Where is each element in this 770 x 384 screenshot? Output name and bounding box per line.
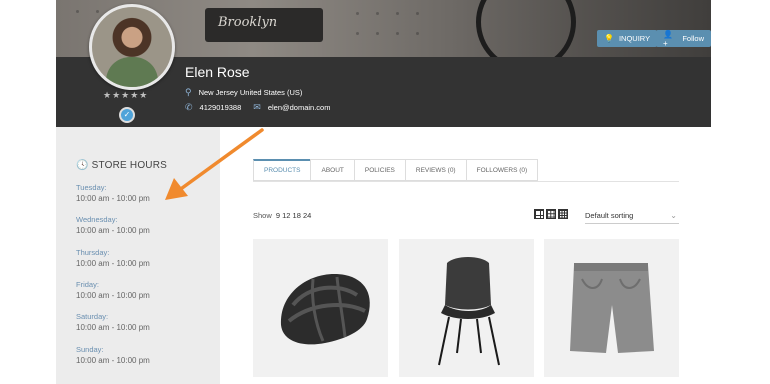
chair-image (438, 257, 500, 366)
store-contact: ✆ 4129019388 ✉ elen@domain.com (185, 102, 330, 113)
clock-icon: 🕓 (76, 160, 89, 171)
tabs-divider (253, 181, 679, 182)
store-location: ⚲ New Jersey United States (US) (185, 87, 302, 98)
tab-policies[interactable]: POLICIES (353, 159, 406, 181)
inquiry-button[interactable]: 💡 INQUIRY (597, 30, 658, 47)
show-count-options[interactable]: 9 12 18 24 (276, 211, 311, 220)
rating-stars: ★★★★★ (103, 90, 149, 100)
sort-select-value: Default sorting (585, 211, 634, 220)
tab-reviews[interactable]: REVIEWS (0) (404, 159, 467, 181)
pegboard-hole (356, 12, 359, 15)
hours-time: 10:00 am - 10:00 pm (76, 323, 150, 332)
hours-time: 10:00 am - 10:00 pm (76, 356, 150, 365)
show-per-page: Show 9 12 18 24 (253, 211, 311, 220)
hours-time: 10:00 am - 10:00 pm (76, 194, 150, 203)
store-page: Brooklyn 💡 INQUIRY 👤+ Follow Elen Rose ⚲… (56, 0, 711, 384)
lightbulb-icon: 💡 (604, 34, 614, 43)
helmet-image (280, 274, 370, 345)
envelope-icon: ✉ (253, 102, 261, 112)
hours-day: Sunday: (76, 345, 104, 354)
hours-time: 10:00 am - 10:00 pm (76, 259, 150, 268)
follow-button-label: Follow (682, 34, 704, 43)
store-hours-heading: 🕓 STORE HOURS (76, 160, 167, 171)
hours-time: 10:00 am - 10:00 pm (76, 291, 150, 300)
follow-button[interactable]: 👤+ Follow (656, 29, 711, 48)
banner-bag-text: Brooklyn (218, 15, 278, 30)
store-phone: 4129019388 (199, 103, 242, 112)
store-location-text: New Jersey United States (US) (198, 88, 303, 97)
pegboard-hole (96, 10, 99, 13)
pegboard-hole (416, 32, 419, 35)
pegboard-hole (356, 32, 359, 35)
chevron-down-icon: ⌄ (670, 211, 677, 220)
tab-followers[interactable]: FOLLOWERS (0) (465, 159, 539, 181)
hours-day: Thursday: (76, 248, 110, 257)
store-name: Elen Rose (185, 64, 250, 80)
map-pin-icon: ⚲ (185, 87, 192, 97)
pegboard-hole (76, 10, 79, 13)
store-tabs: PRODUCTS ABOUT POLICIES REVIEWS (0) FOLL… (253, 159, 539, 181)
pegboard-hole (416, 12, 419, 15)
sort-select[interactable]: Default sorting ⌄ (585, 208, 679, 224)
grid-view-2-icon[interactable] (534, 209, 544, 219)
add-user-icon: 👤+ (663, 29, 673, 48)
shorts-image (570, 263, 654, 353)
pegboard-hole (396, 32, 399, 35)
verified-badge-icon: ✓ (119, 107, 135, 123)
hours-day: Friday: (76, 280, 99, 289)
phone-icon: ✆ (185, 102, 193, 112)
product-card[interactable] (399, 239, 534, 377)
pegboard-hole (396, 12, 399, 15)
store-email[interactable]: elen@domain.com (268, 103, 331, 112)
view-toggle (534, 209, 568, 219)
show-label: Show (253, 211, 272, 220)
pegboard-hole (376, 32, 379, 35)
store-avatar (89, 4, 175, 90)
grid-view-4-icon[interactable] (558, 209, 568, 219)
tab-about[interactable]: ABOUT (310, 159, 355, 181)
hours-day: Saturday: (76, 312, 109, 321)
hours-day: Tuesday: (76, 183, 107, 192)
store-hours-title: STORE HOURS (91, 160, 168, 171)
inquiry-button-label: INQUIRY (618, 34, 651, 43)
pegboard-hole (376, 12, 379, 15)
sidebar: 🕓 STORE HOURS Tuesday: 10:00 am - 10:00 … (56, 127, 220, 384)
tab-products[interactable]: PRODUCTS (253, 159, 312, 181)
hours-time: 10:00 am - 10:00 pm (76, 226, 150, 235)
product-card[interactable] (544, 239, 679, 377)
product-card[interactable] (253, 239, 388, 377)
hours-day: Wednesday: (76, 215, 118, 224)
avatar-sweater (106, 57, 158, 87)
grid-view-3-icon[interactable] (546, 209, 556, 219)
banner-ring-image (476, 0, 576, 57)
